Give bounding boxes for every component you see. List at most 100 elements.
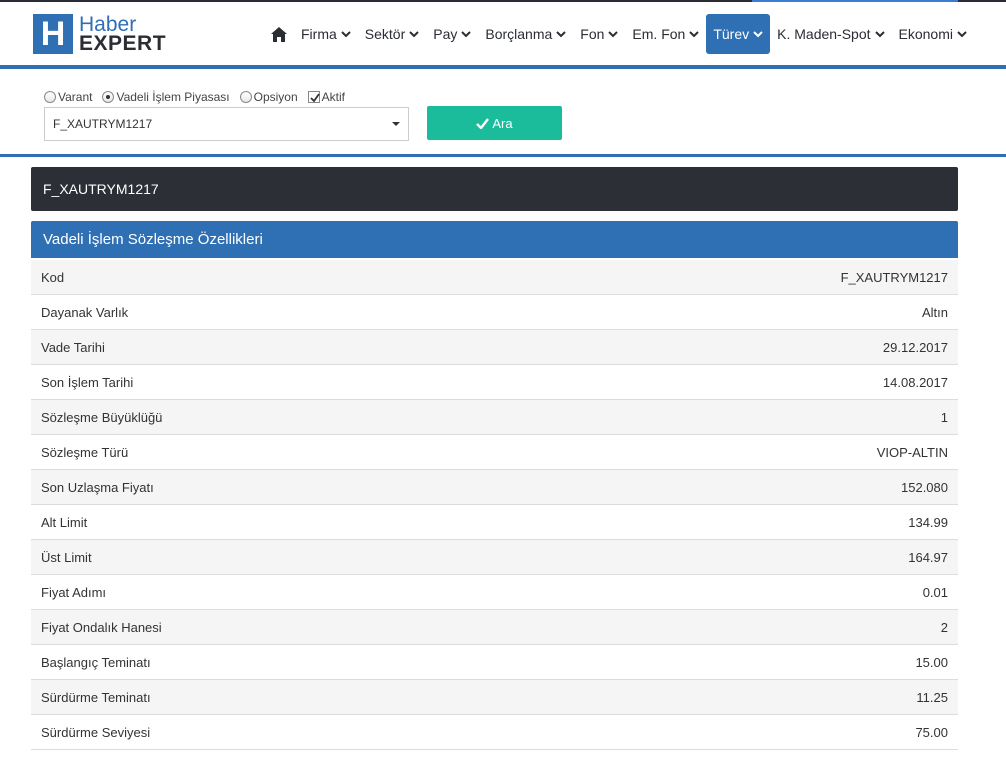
nav-sektor[interactable]: Sektör bbox=[358, 14, 426, 54]
nav-label: Türev bbox=[713, 26, 750, 42]
nav-home[interactable] bbox=[264, 14, 294, 54]
checkbox-aktif[interactable]: Aktif bbox=[307, 90, 345, 104]
nav-label: Borçlanma bbox=[485, 26, 553, 42]
logo[interactable]: H Haber EXPERT bbox=[33, 14, 166, 54]
chevron-down-icon bbox=[957, 31, 967, 38]
radio-button[interactable] bbox=[44, 91, 56, 103]
nav-label: Em. Fon bbox=[632, 26, 686, 42]
property-value: 29.12.2017 bbox=[882, 339, 948, 355]
property-label: Fiyat Ondalık Hanesi bbox=[41, 619, 162, 635]
site-header: H Haber EXPERT Firma Sektör Pay Borçlanm… bbox=[0, 2, 1006, 65]
property-value: 15.00 bbox=[915, 654, 948, 670]
nav-em-fon[interactable]: Em. Fon bbox=[625, 14, 706, 54]
nav-firma[interactable]: Firma bbox=[294, 14, 358, 54]
property-label: Başlangıç Teminatı bbox=[41, 654, 151, 670]
property-label: Kod bbox=[41, 269, 65, 285]
radio-vadeli-islem[interactable]: Vadeli İşlem Piyasası bbox=[102, 90, 230, 104]
radio-label: Vadeli İşlem Piyasası bbox=[116, 90, 230, 104]
nav-borclanma[interactable]: Borçlanma bbox=[478, 14, 573, 54]
radio-button[interactable] bbox=[239, 91, 252, 103]
property-label: Vade Tarihi bbox=[41, 339, 105, 355]
radio-button[interactable] bbox=[102, 91, 115, 103]
nav-label: Pay bbox=[433, 26, 458, 42]
header-divider bbox=[0, 65, 1006, 69]
home-icon bbox=[271, 26, 287, 42]
section-divider bbox=[0, 154, 1006, 157]
search-button[interactable]: Ara bbox=[427, 106, 562, 140]
table-row: Vade Tarihi 29.12.2017 bbox=[31, 330, 958, 365]
property-value: 0.01 bbox=[922, 584, 948, 600]
radio-label: Varant bbox=[58, 90, 93, 104]
property-value: 1 bbox=[940, 409, 948, 425]
nav-pay[interactable]: Pay bbox=[426, 14, 478, 54]
checkbox-label: Aktif bbox=[321, 90, 345, 104]
radio-opsiyon[interactable]: Opsiyon bbox=[239, 90, 298, 104]
nav-label: Ekonomi bbox=[898, 26, 953, 42]
instrument-title-bar: F_XAUTRYM1217 bbox=[31, 167, 958, 211]
radio-label: Opsiyon bbox=[253, 90, 298, 104]
chevron-down-icon bbox=[461, 31, 472, 38]
nav-label: Sektör bbox=[364, 26, 406, 42]
property-value: 164.97 bbox=[908, 549, 948, 565]
chevron-down-icon bbox=[874, 31, 885, 38]
chevron-down-icon bbox=[689, 31, 700, 38]
caret-down-icon bbox=[392, 122, 400, 126]
nav-ekonomi[interactable]: Ekonomi bbox=[892, 14, 974, 54]
property-label: Sürdürme Teminatı bbox=[41, 689, 151, 705]
check-icon bbox=[476, 117, 490, 129]
instrument-title: F_XAUTRYM1217 bbox=[43, 181, 159, 197]
table-row: Başlangıç Teminatı 15.00 bbox=[31, 645, 958, 680]
section-header: Vadeli İşlem Sözleşme Özellikleri bbox=[31, 221, 958, 258]
table-row: Sözleşme Türü VIOP-ALTIN bbox=[31, 435, 958, 470]
select-value: F_XAUTRYM1217 bbox=[53, 117, 153, 131]
chevron-down-icon bbox=[556, 31, 567, 38]
property-label: Fiyat Adımı bbox=[41, 584, 107, 600]
chevron-down-icon bbox=[608, 31, 619, 38]
chevron-down-icon bbox=[409, 31, 419, 38]
checkmark-icon bbox=[310, 93, 320, 103]
table-row: Sözleşme Büyüklüğü 1 bbox=[31, 400, 958, 435]
nav-label: Fon bbox=[580, 26, 605, 42]
property-label: Sözleşme Türü bbox=[41, 444, 129, 460]
nav-label: Firma bbox=[301, 26, 337, 42]
logo-text: Haber EXPERT bbox=[79, 14, 167, 55]
nav-label: K. Maden-Spot bbox=[777, 26, 871, 42]
table-row: Son Uzlaşma Fiyatı 152.080 bbox=[31, 470, 958, 505]
property-label: Son Uzlaşma Fiyatı bbox=[41, 479, 154, 495]
nav-turev[interactable]: Türev bbox=[706, 14, 771, 54]
property-value: F_XAUTRYM1217 bbox=[840, 269, 948, 285]
table-row: Sürdürme Teminatı 11.25 bbox=[31, 680, 958, 715]
table-row: Son İşlem Tarihi 14.08.2017 bbox=[31, 365, 958, 400]
checkbox[interactable] bbox=[307, 91, 320, 103]
table-row: Fiyat Ondalık Hanesi 2 bbox=[31, 610, 958, 645]
property-label: Üst Limit bbox=[41, 549, 92, 565]
property-value: VIOP-ALTIN bbox=[876, 444, 948, 460]
property-value: 152.080 bbox=[901, 479, 948, 495]
properties-table: Kod F_XAUTRYM1217 Dayanak Varlık Altın Vad… bbox=[31, 260, 958, 750]
nav-fon[interactable]: Fon bbox=[573, 14, 625, 54]
search-button-label: Ara bbox=[492, 115, 513, 131]
property-value: 75.00 bbox=[915, 724, 948, 740]
property-label: Son İşlem Tarihi bbox=[41, 374, 134, 390]
property-value: 14.08.2017 bbox=[882, 374, 948, 390]
logo-line2: EXPERT bbox=[79, 32, 167, 55]
table-row: Üst Limit 164.97 bbox=[31, 540, 958, 575]
table-row: Dayanak Varlık Altın bbox=[31, 295, 958, 330]
property-value: 2 bbox=[940, 619, 948, 635]
instrument-select[interactable]: F_XAUTRYM1217 bbox=[44, 107, 409, 141]
property-value: 134.99 bbox=[908, 514, 948, 530]
property-value: 11.25 bbox=[916, 689, 948, 705]
radio-varant[interactable]: Varant bbox=[44, 90, 92, 104]
filter-options: Varant Vadeli İşlem Piyasası Opsiyon Akt… bbox=[44, 90, 355, 104]
nav-k-maden-spot[interactable]: K. Maden-Spot bbox=[770, 14, 891, 54]
chevron-down-icon bbox=[341, 31, 351, 38]
chevron-down-icon bbox=[753, 31, 763, 38]
logo-mark: H bbox=[33, 14, 73, 54]
property-value: Altın bbox=[921, 304, 948, 320]
section-title: Vadeli İşlem Sözleşme Özellikleri bbox=[43, 231, 263, 248]
property-label: Alt Limit bbox=[41, 514, 88, 530]
main-nav: Firma Sektör Pay Borçlanma Fon Em. Fon T… bbox=[264, 14, 974, 54]
table-row: Sürdürme Seviyesi 75.00 bbox=[31, 715, 958, 750]
table-row: Fiyat Adımı 0.01 bbox=[31, 575, 958, 610]
property-label: Sözleşme Büyüklüğü bbox=[41, 409, 163, 425]
